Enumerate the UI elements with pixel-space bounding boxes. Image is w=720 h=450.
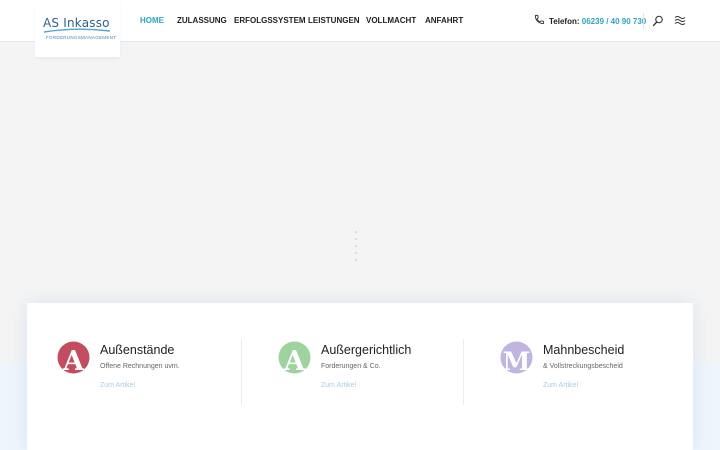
card-divider [241,339,242,405]
feature-link[interactable]: Zum Artikel [100,382,135,389]
wave-menu-icon[interactable] [674,15,686,26]
letter-m-icon: M [500,341,533,374]
search-icon[interactable] [652,15,664,27]
logo-subtitle: FORDERUNGSMANAGEMENT [46,35,117,40]
nav-item-erfolgssystem[interactable]: ERFOLGSSYSTEM [234,16,306,25]
nav-item-home[interactable]: HOME [140,16,164,25]
feature-aussenstaende: A Außenstände Offene Rechnungen uvm. Zum… [57,303,247,450]
header-divider [643,13,644,29]
logo-swoosh-icon [43,28,111,33]
loading-spinner-icon [355,231,357,261]
letter-a-icon: A [278,341,311,374]
svg-text:A: A [62,346,85,374]
card-divider [463,339,464,405]
feature-title: Außergerichtlich [321,343,412,357]
feature-link[interactable]: Zum Artikel [543,382,578,389]
svg-text:A: A [283,346,306,374]
svg-text:M: M [503,347,531,374]
nav-item-anfahrt[interactable]: ANFAHRT [425,16,463,25]
letter-a-icon: A [57,341,90,374]
feature-title: Mahnbescheid [543,343,625,357]
phone-label: Telefon: [549,17,580,26]
feature-mahnbescheid: M Mahnbescheid & Vollstreckungsbescheid … [500,303,690,450]
feature-link[interactable]: Zum Artikel [321,382,356,389]
nav-item-vollmacht[interactable]: VOLLMACHT [366,16,416,25]
feature-aussergerichtlich: A Außergerichtlich Forderungen & Co. Zum… [278,303,468,450]
feature-title: Außenstände [100,343,175,357]
feature-description: Offene Rechnungen uvm. [100,363,180,370]
logo[interactable]: AS Inkasso FORDERUNGSMANAGEMENT [35,0,120,57]
phone-icon [534,14,545,25]
nav-item-leistungen[interactable]: LEISTUNGEN [308,16,360,25]
phone-contact[interactable]: Telefon: 06239 / 40 90 730 [549,17,646,26]
features-card: A Außenstände Offene Rechnungen uvm. Zum… [27,303,693,450]
feature-description: & Vollstreckungsbescheid [543,363,623,370]
phone-number[interactable]: 06239 / 40 90 730 [582,17,647,26]
nav-item-zulassung[interactable]: ZULASSUNG [177,16,227,25]
feature-description: Forderungen & Co. [321,363,381,370]
